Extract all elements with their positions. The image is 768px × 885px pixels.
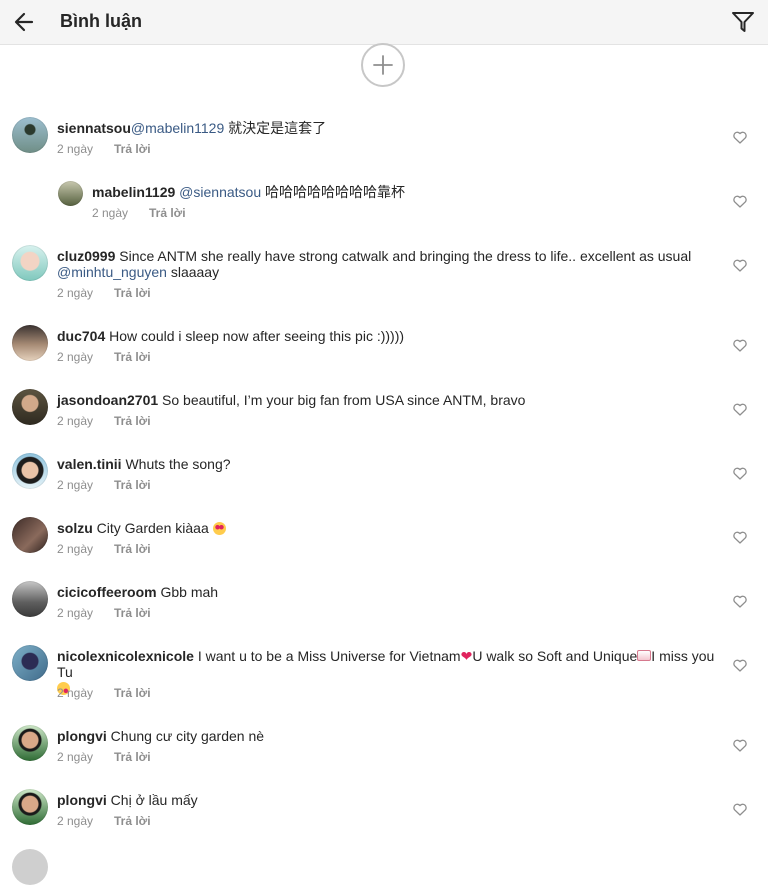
reply-button[interactable]: Trả lời	[149, 206, 186, 220]
comment-time: 2 ngày	[57, 478, 94, 492]
comment-username[interactable]: nicolexnicolexnicole	[57, 648, 194, 664]
comment-time: 2 ngày	[57, 142, 94, 156]
comment-time: 2 ngày	[57, 350, 94, 364]
reply-button[interactable]: Trả lời	[114, 750, 151, 764]
comment-time: 2 ngày	[57, 606, 94, 620]
reply-button[interactable]: Trả lời	[114, 286, 151, 300]
reply-button[interactable]: Trả lời	[114, 478, 151, 492]
header-bar: Bình luận	[0, 0, 768, 45]
comment-username[interactable]: mabelin1129	[92, 184, 175, 200]
reply-button[interactable]: Trả lời	[114, 350, 151, 364]
avatar[interactable]	[58, 181, 83, 206]
comment-text-mid: U walk so Soft and Unique	[472, 648, 638, 664]
reply-button[interactable]: Trả lời	[114, 414, 151, 428]
comment-mention[interactable]: @minhtu_nguyen	[57, 264, 167, 280]
comment-text: Gbb mah	[156, 584, 219, 600]
comment-username[interactable]: solzu	[57, 520, 93, 536]
load-more-button[interactable]	[361, 43, 405, 87]
plus-circle-icon	[373, 55, 393, 75]
comment-username[interactable]: valen.tinii	[57, 456, 122, 472]
comment-text: Chung cư city garden nè	[106, 728, 265, 744]
avatar[interactable]	[12, 789, 48, 825]
comment-username[interactable]: jasondoan2701	[57, 392, 158, 408]
comment-username[interactable]: siennatsou	[57, 120, 131, 136]
heart-icon[interactable]	[733, 403, 747, 416]
comment-time: 2 ngày	[57, 686, 94, 700]
comment-time: 2 ngày	[57, 286, 94, 300]
heart-icon[interactable]	[733, 595, 747, 608]
avatar[interactable]	[12, 453, 48, 489]
heart-icon[interactable]	[733, 659, 747, 672]
comment-text: City Garden kiàaa	[92, 520, 213, 536]
page-title: Bình luận	[60, 11, 142, 31]
comment-text: Since ANTM she really have strong catwal…	[115, 248, 692, 264]
comment-time: 2 ngày	[57, 750, 94, 764]
comment-time: 2 ngày	[57, 414, 94, 428]
comment-time: 2 ngày	[57, 542, 94, 556]
comment-mention[interactable]: @siennatsou	[179, 184, 261, 200]
avatar[interactable]	[12, 389, 48, 425]
comment-text: Chị ở lầu mấy	[106, 792, 198, 808]
comment-username[interactable]: cicicoffeeroom	[57, 584, 157, 600]
filter-icon[interactable]	[729, 8, 757, 36]
comment-text: How could i sleep now after seeing this …	[105, 328, 405, 344]
avatar[interactable]	[12, 117, 48, 153]
comment-text: 就決定是這套了	[224, 120, 327, 136]
comment-time: 2 ngày	[57, 814, 94, 828]
heart-icon[interactable]	[733, 339, 747, 352]
reply-button[interactable]: Trả lời	[114, 814, 151, 828]
heart-icon[interactable]	[733, 531, 747, 544]
love-letter-emoji-icon	[637, 650, 652, 661]
comment-mention[interactable]: @mabelin1129	[131, 120, 224, 136]
avatar[interactable]	[12, 849, 48, 885]
avatar[interactable]	[12, 517, 48, 553]
red-heart-emoji-icon: ❤	[460, 648, 473, 664]
heart-icon[interactable]	[733, 803, 747, 816]
heart-icon[interactable]	[733, 195, 747, 208]
reply-button[interactable]: Trả lời	[114, 142, 151, 156]
heart-icon[interactable]	[733, 131, 747, 144]
heart-icon[interactable]	[733, 739, 747, 752]
avatar[interactable]	[12, 725, 48, 761]
heart-icon[interactable]	[733, 259, 747, 272]
avatar[interactable]	[12, 581, 48, 617]
comment-username[interactable]: plongvi	[57, 792, 107, 808]
comment-username[interactable]: plongvi	[57, 728, 107, 744]
avatar[interactable]	[12, 245, 48, 281]
comment-text-after: slaaaay	[166, 264, 220, 280]
comment-time: 2 ngày	[92, 206, 129, 220]
comment-username[interactable]: cluz0999	[57, 248, 115, 264]
avatar[interactable]	[12, 325, 48, 361]
comment-text: 哈哈哈哈哈哈哈哈靠杯	[261, 184, 405, 200]
heart-icon[interactable]	[733, 467, 747, 480]
reply-button[interactable]: Trả lời	[114, 686, 151, 700]
comment-text: So beautiful, I’m your big fan from USA …	[158, 392, 526, 408]
reply-button[interactable]: Trả lời	[114, 542, 151, 556]
arrow-left-icon[interactable]	[10, 8, 38, 36]
heart-eyes-emoji-icon	[212, 522, 226, 535]
avatar[interactable]	[12, 645, 48, 681]
reply-button[interactable]: Trả lời	[114, 606, 151, 620]
comment-text: Whuts the song?	[121, 456, 231, 472]
comment-username[interactable]: duc704	[57, 328, 105, 344]
comment-text: I want u to be a Miss Universe for Vietn…	[193, 648, 461, 664]
